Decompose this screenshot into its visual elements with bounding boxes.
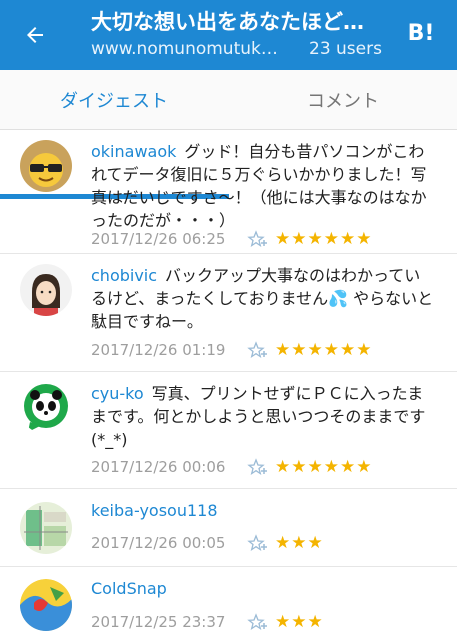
avatar[interactable] — [20, 579, 72, 631]
comment-body: cyu-ko 写真、プリントせずにＰＣに入ったままです。何とかしようと思いつつその… — [91, 382, 436, 451]
add-star-icon[interactable] — [247, 341, 269, 359]
map-avatar-icon — [20, 502, 72, 554]
avatar[interactable] — [20, 502, 72, 554]
back-arrow-icon — [27, 27, 43, 43]
list-item: okinawaok グッド！自分も昔パソコンがこわれてデータ復旧に５万ぐらいかかり… — [0, 130, 457, 254]
comment-date: 2017/12/26 01:19 — [91, 341, 226, 359]
comment-username[interactable]: keiba-yosou118 — [91, 501, 218, 520]
tab-bar: ダイジェスト コメント — [0, 70, 457, 199]
add-star-icon[interactable] — [247, 534, 269, 552]
page-url: www.nomunomutuk… — [91, 39, 278, 59]
comment-body: chobivic バックアップ大事なのはわかっているけど、まったくしておりません💦… — [91, 264, 436, 333]
tab-comments[interactable]: コメント — [229, 70, 457, 129]
comment-date: 2017/12/26 06:25 — [91, 230, 226, 248]
comment-meta: 2017/12/25 23:37 ★★★ — [91, 611, 431, 633]
girl-avatar-icon — [20, 264, 72, 316]
sunglasses-face-icon — [20, 140, 72, 192]
avatar[interactable] — [20, 264, 72, 316]
comment-meta: 2017/12/26 00:06 ★★★★★★ — [91, 456, 431, 478]
list-item: chobivic バックアップ大事なのはわかっているけど、まったくしておりません💦… — [0, 254, 457, 372]
star-rating[interactable]: ★★★★★★ — [275, 229, 372, 249]
users-count[interactable]: 23 users — [309, 39, 382, 59]
colorful-avatar-icon — [20, 579, 72, 631]
comment-username[interactable]: chobivic — [91, 266, 157, 285]
tab-digest[interactable]: ダイジェスト — [0, 70, 228, 129]
app-bar: 大切な想い出をあなたほど… www.nomunomutuk… 23 users … — [0, 0, 457, 70]
star-rating[interactable]: ★★★★★★ — [275, 340, 372, 360]
panda-bubble-icon — [20, 382, 72, 434]
comment-username[interactable]: okinawaok — [91, 142, 176, 161]
comment-body: keiba-yosou118 — [91, 499, 436, 522]
comment-meta: 2017/12/26 00:05 ★★★ — [91, 532, 431, 554]
list-item: keiba-yosou118 2017/12/26 00:05 ★★★ — [0, 489, 457, 567]
add-star-icon[interactable] — [247, 230, 269, 248]
comment-meta: 2017/12/26 06:25 ★★★★★★ — [91, 228, 431, 250]
comment-meta: 2017/12/26 01:19 ★★★★★★ — [91, 339, 431, 361]
avatar[interactable] — [20, 382, 72, 434]
comment-list: okinawaok グッド！自分も昔パソコンがこわれてデータ復旧に５万ぐらいかかり… — [0, 130, 457, 644]
comment-date: 2017/12/26 00:05 — [91, 534, 226, 552]
add-star-icon[interactable] — [247, 613, 269, 631]
comment-date: 2017/12/26 00:06 — [91, 458, 226, 476]
page-title: 大切な想い出をあなたほど… — [91, 10, 364, 34]
comment-body: ColdSnap — [91, 577, 436, 600]
star-rating[interactable]: ★★★ — [275, 612, 324, 632]
star-rating[interactable]: ★★★★★★ — [275, 457, 372, 477]
list-item: ColdSnap 2017/12/25 23:37 ★★★ — [0, 567, 457, 644]
comment-body: okinawaok グッド！自分も昔パソコンがこわれてデータ復旧に５万ぐらいかかり… — [91, 140, 436, 232]
star-rating[interactable]: ★★★ — [275, 533, 324, 553]
avatar[interactable] — [20, 140, 72, 192]
comment-date: 2017/12/25 23:37 — [91, 613, 226, 631]
add-star-icon[interactable] — [247, 458, 269, 476]
list-item: cyu-ko 写真、プリントせずにＰＣに入ったままです。何とかしようと思いつつその… — [0, 372, 457, 489]
comment-username[interactable]: cyu-ko — [91, 384, 144, 403]
comment-username[interactable]: ColdSnap — [91, 579, 167, 598]
hatena-bookmark-icon[interactable]: B! — [404, 19, 438, 49]
back-button[interactable] — [18, 18, 52, 52]
